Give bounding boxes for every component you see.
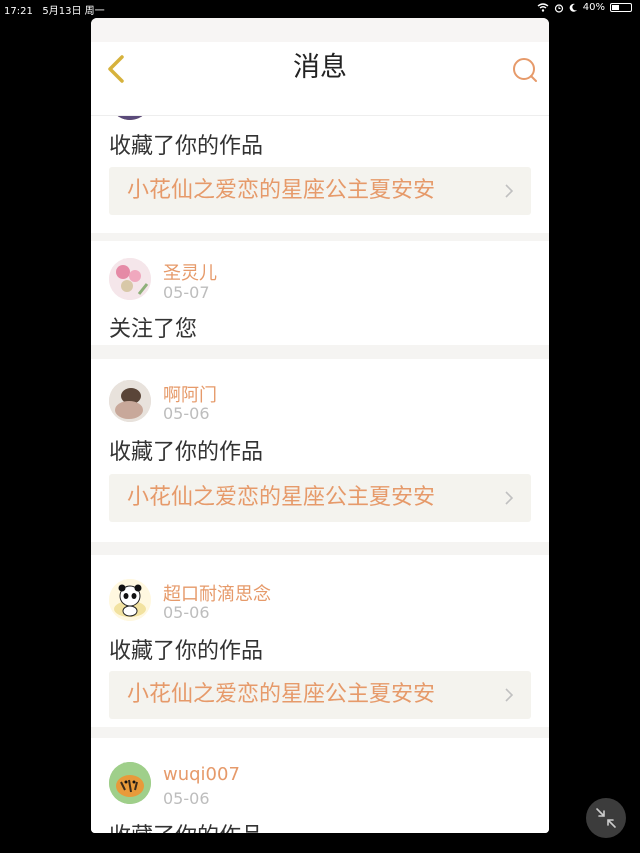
- alarm-icon: [554, 3, 563, 13]
- work-title: 小花仙之爱恋的星座公主夏安安: [127, 682, 436, 707]
- work-link[interactable]: 小花仙之爱恋的星座公主夏安安: [109, 474, 531, 522]
- message-date: 05-07: [163, 283, 210, 302]
- collapse-arrows-icon: [596, 808, 616, 828]
- battery-icon: [610, 3, 632, 12]
- status-time-date: 17:21 5月13日 周一: [4, 2, 105, 17]
- list-item[interactable]: 啊阿门 05-06 收藏了你的作品 小花仙之爱恋的星座公主夏安安: [91, 359, 549, 542]
- avatar[interactable]: [109, 380, 151, 422]
- panel-top-strip: [91, 18, 549, 42]
- work-link[interactable]: 小花仙之爱恋的星座公主夏安安: [109, 167, 531, 215]
- message-date: 05-06: [163, 603, 210, 622]
- search-icon[interactable]: [511, 56, 539, 84]
- status-indicators: 40%: [537, 2, 632, 13]
- avatar[interactable]: [109, 258, 151, 300]
- message-action: 收藏了你的作品: [109, 440, 264, 465]
- username-link[interactable]: 圣灵儿: [163, 259, 217, 285]
- minimize-button[interactable]: [586, 798, 626, 838]
- battery-percent: 40%: [582, 2, 605, 13]
- divider: [91, 727, 549, 738]
- chevron-right-icon: [505, 688, 514, 702]
- message-action: 收藏了你的作品: [109, 639, 264, 664]
- list-item[interactable]: 圣灵儿 05-07 关注了您: [91, 241, 549, 345]
- message-action: 收藏了你的作品: [109, 134, 264, 159]
- message-action: 收藏了你的作品: [109, 818, 263, 833]
- work-title: 小花仙之爱恋的星座公主夏安安: [127, 178, 436, 203]
- divider: [91, 345, 549, 359]
- list-item[interactable]: 超口耐滴思念 05-06 收藏了你的作品 小花仙之爱恋的星座公主夏安安: [91, 555, 549, 727]
- work-link[interactable]: 小花仙之爱恋的星座公主夏安安: [109, 671, 531, 719]
- username-link[interactable]: wuqi007: [163, 764, 240, 785]
- moon-icon: [569, 3, 577, 12]
- divider: [91, 542, 549, 555]
- status-date: 5月13日 周一: [42, 6, 105, 17]
- nav-bar: 消息: [91, 42, 549, 116]
- list-item[interactable]: wuqi007 05-06 收藏了你的作品: [91, 738, 549, 833]
- message-action: 关注了您: [109, 317, 198, 342]
- messages-panel: 消息 05-07 收藏了你的作品 小花仙之爱恋的星座公主夏安安 圣灵儿: [91, 18, 549, 833]
- status-bar: 17:21 5月13日 周一 40%: [0, 0, 640, 18]
- divider: [91, 233, 549, 241]
- avatar[interactable]: [109, 762, 151, 804]
- page-title: 消息: [293, 52, 347, 83]
- message-date: 05-06: [163, 404, 210, 423]
- chevron-right-icon: [505, 491, 514, 505]
- message-date: 05-06: [163, 789, 210, 808]
- status-time: 17:21: [4, 6, 33, 17]
- chevron-right-icon: [505, 184, 514, 198]
- avatar[interactable]: [109, 579, 151, 621]
- wifi-icon: [537, 3, 549, 12]
- work-title: 小花仙之爱恋的星座公主夏安安: [127, 485, 436, 510]
